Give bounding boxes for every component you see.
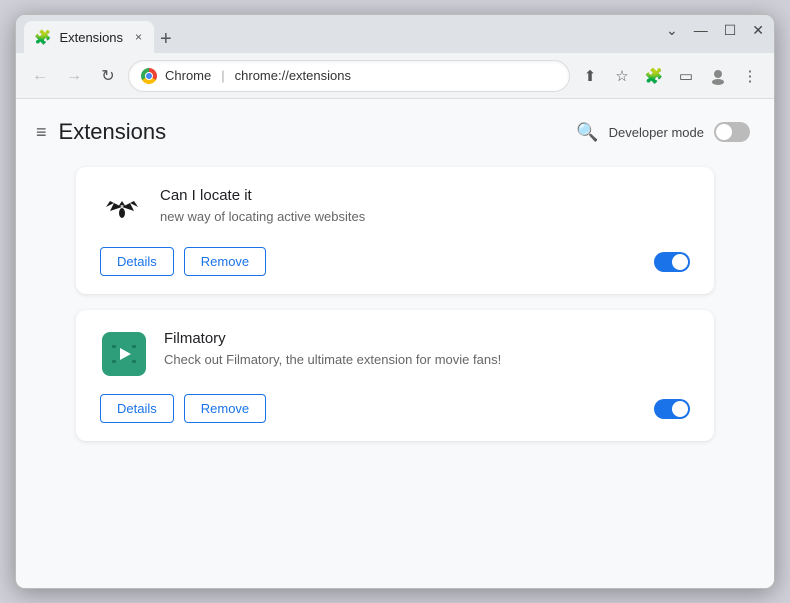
address-separator: | <box>221 68 224 83</box>
extensions-button[interactable]: 🧩 <box>640 62 668 90</box>
page-title: Extensions <box>59 119 167 145</box>
url-text: chrome://extensions <box>235 68 557 83</box>
card-top: Filmatory Check out Filmatory, the ultim… <box>100 330 690 378</box>
extension-info: Filmatory Check out Filmatory, the ultim… <box>164 330 690 369</box>
developer-mode-label: Developer mode <box>609 125 704 140</box>
can-i-locate-it-icon <box>100 187 144 231</box>
extension-description: Check out Filmatory, the ultimate extens… <box>164 351 690 369</box>
extension-tab-icon: 🧩 <box>34 29 51 46</box>
bookmark-button[interactable]: ☆ <box>608 62 636 90</box>
filmatory-icon <box>100 330 148 378</box>
extensions-list: Can I locate it new way of locating acti… <box>16 157 774 461</box>
chevron-down-icon[interactable]: ⌄ <box>666 23 678 37</box>
extension-description: new way of locating active websites <box>160 208 690 226</box>
header-left: ≡ Extensions <box>36 119 166 145</box>
chrome-label: Chrome <box>165 68 211 83</box>
tab-close-button[interactable]: × <box>135 30 142 44</box>
page-content: ≡ Extensions 🔍 Developer mode <box>16 99 774 588</box>
profile-button[interactable] <box>704 62 732 90</box>
new-tab-button[interactable]: + <box>160 29 172 49</box>
toolbar-icons: ⬆ ☆ 🧩 ▭ ⋮ <box>576 62 764 90</box>
remove-button[interactable]: Remove <box>184 247 266 276</box>
back-button[interactable]: ← <box>26 62 54 90</box>
extension-card: Filmatory Check out Filmatory, the ultim… <box>76 310 714 441</box>
details-button[interactable]: Details <box>100 247 174 276</box>
reload-button[interactable]: ↻ <box>94 62 122 90</box>
minimize-button[interactable]: — <box>694 23 708 37</box>
address-bar: ← → ↻ Chrome | chrome://extensions ⬆ ☆ 🧩… <box>16 53 774 99</box>
active-tab[interactable]: 🧩 Extensions × <box>24 21 154 53</box>
developer-mode-toggle[interactable] <box>714 122 750 142</box>
card-top: Can I locate it new way of locating acti… <box>100 187 690 231</box>
card-bottom: Details Remove <box>100 394 690 423</box>
extension-toggle[interactable] <box>654 252 690 272</box>
address-input[interactable]: Chrome | chrome://extensions <box>128 60 570 92</box>
close-button[interactable]: ✕ <box>752 23 764 37</box>
chrome-logo-icon <box>141 68 157 84</box>
browser-window: 🧩 Extensions × + ⌄ — ☐ ✕ ← → ↻ Chrome | … <box>15 14 775 589</box>
extension-name: Filmatory <box>164 330 690 347</box>
sidebar-button[interactable]: ▭ <box>672 62 700 90</box>
chrome-menu-button[interactable]: ⋮ <box>736 62 764 90</box>
tab-label: Extensions <box>59 30 123 45</box>
maximize-button[interactable]: ☐ <box>724 23 737 37</box>
forward-button[interactable]: → <box>60 62 88 90</box>
card-bottom: Details Remove <box>100 247 690 276</box>
extension-info: Can I locate it new way of locating acti… <box>160 187 690 226</box>
extension-card: Can I locate it new way of locating acti… <box>76 167 714 294</box>
remove-button[interactable]: Remove <box>184 394 266 423</box>
extensions-header: ≡ Extensions 🔍 Developer mode <box>16 99 774 157</box>
hamburger-menu-icon[interactable]: ≡ <box>36 122 47 143</box>
header-right: 🔍 Developer mode <box>576 122 750 143</box>
extension-toggle[interactable] <box>654 399 690 419</box>
search-icon[interactable]: 🔍 <box>576 122 598 143</box>
title-bar: 🧩 Extensions × + ⌄ — ☐ ✕ <box>16 15 774 53</box>
details-button[interactable]: Details <box>100 394 174 423</box>
share-button[interactable]: ⬆ <box>576 62 604 90</box>
extension-name: Can I locate it <box>160 187 690 204</box>
window-controls: ⌄ — ☐ ✕ <box>666 23 764 37</box>
